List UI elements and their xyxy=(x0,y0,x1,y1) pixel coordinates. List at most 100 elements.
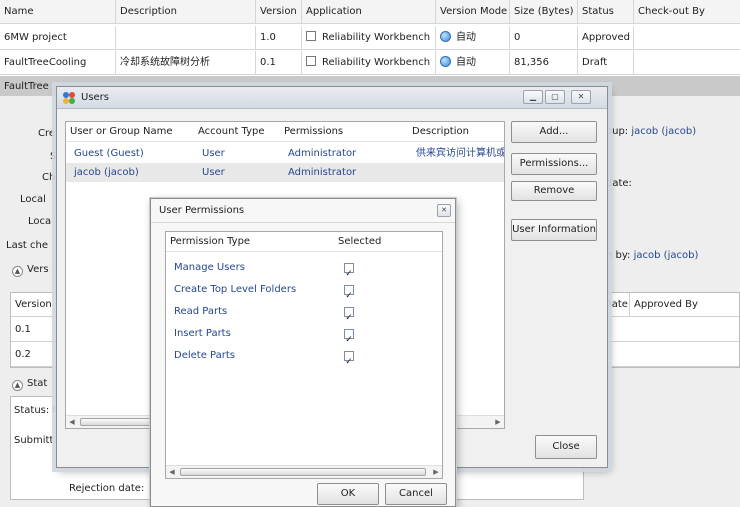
application-label: Reliability Workbench xyxy=(322,57,431,68)
col-description[interactable]: Description xyxy=(116,0,256,24)
by-label: n by: xyxy=(606,250,631,261)
maximize-icon[interactable]: ▢ xyxy=(545,90,565,104)
cell-version: 1.0 xyxy=(256,26,302,50)
list-item[interactable]: Insert Parts ✓ xyxy=(166,324,442,345)
cell-name: FaultTreeCooling xyxy=(0,51,116,75)
permission-type: Create Top Level Folders xyxy=(174,284,297,295)
version-col[interactable]: Version xyxy=(11,293,59,317)
cell-status: Draft xyxy=(578,51,634,75)
col-checkout-by[interactable]: Check-out By xyxy=(634,0,740,24)
col-version[interactable]: Version xyxy=(256,0,302,24)
col-name[interactable]: Name xyxy=(0,0,116,24)
col-size[interactable]: Size (Bytes) xyxy=(510,0,578,24)
minimize-icon[interactable]: ▁ xyxy=(523,90,543,104)
status-section[interactable]: ▲ Stat xyxy=(12,378,47,391)
table-row[interactable] xyxy=(600,343,739,367)
users-titlebar[interactable]: Users ▁ ▢ ✕ xyxy=(57,87,607,109)
col-user-name[interactable]: User or Group Name xyxy=(70,122,173,142)
version-mode-label: 自动 xyxy=(456,32,476,43)
list-item[interactable]: Read Parts ✓ xyxy=(166,302,442,323)
col-version-mode[interactable]: Version Mode xyxy=(436,0,510,24)
table-row[interactable]: 6MW project 1.0 Reliability Workbench 自动… xyxy=(0,26,740,50)
cell-size: 0 xyxy=(510,26,578,50)
cell-application: Reliability Workbench xyxy=(302,26,436,50)
ch-label: Ch xyxy=(42,172,56,183)
version-cell: 0.2 xyxy=(15,349,31,360)
col-selected[interactable]: Selected xyxy=(338,232,381,252)
application-label: Reliability Workbench xyxy=(322,32,431,43)
cell-checkout xyxy=(634,26,740,50)
versions-section[interactable]: ▲ Vers xyxy=(12,264,49,277)
permissions-dialog-title: User Permissions xyxy=(159,205,245,216)
permission-checkbox[interactable]: ✓ xyxy=(344,351,354,367)
scroll-right-icon[interactable]: ▶ xyxy=(492,416,504,428)
by-value[interactable]: jacob (jacob) xyxy=(634,250,699,261)
col-status[interactable]: Status xyxy=(578,0,634,24)
cancel-button[interactable]: Cancel xyxy=(385,483,447,505)
versions-section-label: Vers xyxy=(27,264,49,275)
permission-checkbox[interactable]: ✓ xyxy=(344,329,354,345)
cell-description xyxy=(116,26,256,50)
remove-button[interactable]: Remove xyxy=(511,181,597,201)
group-label: oup: xyxy=(606,126,629,137)
versions-header: Version xyxy=(11,293,57,317)
list-item-selected[interactable]: jacob (jacob) User Administrator xyxy=(66,163,504,182)
collapse-icon[interactable]: ▲ xyxy=(12,266,23,277)
submitted-label: Submitt xyxy=(14,435,54,446)
col-application[interactable]: Application xyxy=(302,0,436,24)
user-name: jacob (jacob) xyxy=(74,167,139,178)
close-button[interactable]: Close xyxy=(535,435,597,459)
approved-by-col[interactable]: Approved By xyxy=(630,293,740,317)
table-row[interactable] xyxy=(600,318,739,342)
permission-type: Manage Users xyxy=(174,262,245,273)
versions-table: Version 0.1 0.2 xyxy=(10,292,58,368)
checkbox-icon[interactable] xyxy=(306,56,316,66)
col-permission-type[interactable]: Permission Type xyxy=(170,232,250,252)
permissions-titlebar[interactable]: User Permissions ✕ xyxy=(151,199,455,223)
last-checked-label: Last che xyxy=(6,240,48,251)
group-value[interactable]: jacob (jacob) xyxy=(631,126,696,137)
checkbox-icon[interactable] xyxy=(306,31,316,41)
collapse-icon[interactable]: ▲ xyxy=(12,380,23,391)
user-information-button[interactable]: User Information xyxy=(511,219,597,241)
list-item[interactable]: Create Top Level Folders ✓ xyxy=(166,280,442,301)
table-row[interactable]: FaultTreeCooling 冷却系统故障树分析 0.1 Reliabili… xyxy=(0,51,740,75)
add-button[interactable]: Add... xyxy=(511,121,597,143)
account-type: User xyxy=(202,148,225,159)
list-item[interactable]: Manage Users ✓ xyxy=(166,258,442,279)
cell-application: Reliability Workbench xyxy=(302,51,436,75)
cell-checkout xyxy=(634,51,740,75)
permission-type: Insert Parts xyxy=(174,328,231,339)
list-item[interactable]: Guest (Guest) User Administrator 供来宾访问计算… xyxy=(66,144,504,163)
permission-checkbox[interactable]: ✓ xyxy=(344,285,354,301)
versions-table-right: Date Approved By xyxy=(600,292,740,368)
version-mode-label: 自动 xyxy=(456,57,476,68)
permission-checkbox[interactable]: ✓ xyxy=(344,307,354,323)
globe-icon xyxy=(440,31,451,42)
permission-checkbox[interactable]: ✓ xyxy=(344,263,354,279)
user-permissions: Administrator xyxy=(288,148,357,159)
close-icon[interactable]: ✕ xyxy=(437,204,451,217)
local-label-2: Loca xyxy=(28,216,52,227)
close-icon[interactable]: ✕ xyxy=(571,90,591,104)
group-field: oup: jacob (jacob) xyxy=(606,126,696,137)
users-app-icon xyxy=(63,92,77,104)
cell-version: 0.1 xyxy=(256,51,302,75)
by-field: n by: jacob (jacob) xyxy=(606,250,698,261)
scroll-thumb[interactable] xyxy=(180,468,426,476)
col-permissions[interactable]: Permissions xyxy=(284,122,343,142)
scroll-left-icon[interactable]: ◀ xyxy=(66,416,78,428)
user-permissions-dialog: User Permissions ✕ Permission Type Selec… xyxy=(150,198,456,507)
scroll-left-icon[interactable]: ◀ xyxy=(166,466,178,478)
users-window-title: Users xyxy=(81,92,110,103)
table-row[interactable]: 0.1 xyxy=(11,318,57,342)
scroll-right-icon[interactable]: ▶ xyxy=(430,466,442,478)
permissions-hscrollbar[interactable]: ◀ ▶ xyxy=(166,465,442,478)
user-name: Guest (Guest) xyxy=(74,148,144,159)
permissions-button[interactable]: Permissions... xyxy=(511,153,597,175)
col-account-type[interactable]: Account Type xyxy=(198,122,265,142)
col-description[interactable]: Description xyxy=(412,122,469,142)
list-item[interactable]: Delete Parts ✓ xyxy=(166,346,442,367)
table-row[interactable]: 0.2 xyxy=(11,343,57,367)
ok-button[interactable]: OK xyxy=(317,483,379,505)
